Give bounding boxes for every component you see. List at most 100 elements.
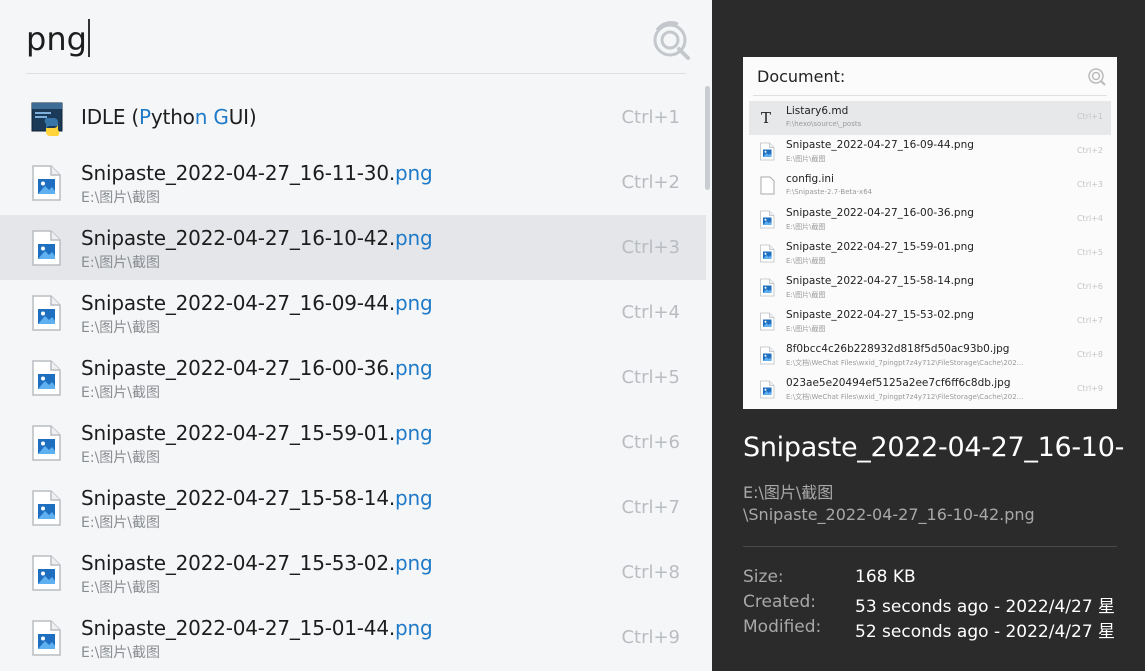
match-highlight: png [395,291,433,315]
thumbnail-item-title: Snipaste_2022-04-27_16-09-44.png [786,139,974,151]
preview-metadata: Size: 168 KB Created: 53 seconds ago - 2022… [743,567,1145,642]
thumbnail-item-title: 8f0bcc4c26b228932d818f5d50ac93b0.jpg [786,343,1010,355]
result-shortcut: Ctrl+3 [621,237,680,258]
match-highlight: png [395,421,433,445]
thumbnail-item-path: F:\hexo\source\_posts [786,120,862,128]
result-title: Snipaste_2022-04-27_15-01-44.png [81,616,433,640]
result-item[interactable]: Snipaste_2022-04-27_16-11-30.png E:\图片\截图… [0,150,706,215]
metadata-row: Modified: 52 seconds ago - 2022/4/27 星 [743,617,1145,642]
thumbnail-item-title: config.ini [786,173,834,185]
result-item[interactable]: Snipaste_2022-04-27_15-53-02.png E:\图片\截图… [0,540,706,605]
image-file-icon [759,142,775,161]
thumbnail-item-title: Snipaste_2022-04-27_16-00-36.png [786,207,974,219]
results-list: IDLE (Python GUI) Ctrl+1 Snipaste_2022-04… [0,85,706,670]
search-divider [26,73,686,74]
result-title: Snipaste_2022-04-27_16-10-42.png [81,226,433,250]
image-file-icon [759,346,775,365]
result-title: Snipaste_2022-04-27_15-58-14.png [81,486,433,510]
preview-panel: Document: T Listary6.md F:\hexo\source\_p… [712,0,1145,671]
match-highlight: png [395,161,433,185]
thumbnail-item-path: E:\图片\截图 [786,291,826,299]
image-file-icon [759,210,775,229]
result-path: E:\图片\截图 [81,645,160,661]
result-title: IDLE (Python GUI) [81,105,257,129]
thumbnail-item-title: 023ae5e20494ef5125a2ee7cf6ff6c8db.jpg [786,377,1011,389]
text-file-icon: T [759,108,775,127]
result-item[interactable]: Snipaste_2022-04-27_15-01-44.png E:\图片\截图… [0,605,706,670]
result-item[interactable]: Snipaste_2022-04-27_16-09-44.png E:\图片\截图… [0,280,706,345]
listary-logo-icon[interactable] [648,18,692,62]
image-file-icon [30,165,64,201]
result-shortcut: Ctrl+1 [621,107,680,128]
thumbnail-item-shortcut: Ctrl+8 [1076,350,1103,359]
python-idle-icon [30,100,64,136]
thumbnail-item-shortcut: Ctrl+7 [1076,316,1103,325]
results-scrollbar[interactable] [705,86,710,190]
result-title: Snipaste_2022-04-27_16-09-44.png [81,291,433,315]
result-item[interactable]: Snipaste_2022-04-27_16-10-42.png E:\图片\截图… [0,215,706,280]
title-text: Snipaste_2022-04-27_16-09-44. [81,291,396,315]
result-path: E:\图片\截图 [81,255,160,271]
results-panel: png IDLE (Python GUI) Ctrl+1 Snipaste_202… [0,0,712,671]
search-input[interactable]: png [26,16,626,62]
preview-divider [743,546,1117,547]
metadata-value: 168 KB [855,567,916,587]
thumbnail-item-title: Snipaste_2022-04-27_15-59-01.png [786,241,974,253]
result-title: Snipaste_2022-04-27_16-11-30.png [81,161,433,185]
image-file-icon [30,555,64,591]
result-path: E:\图片\截图 [81,450,160,466]
thumbnail-logo-icon [1088,68,1106,86]
preview-thumbnail: Document: T Listary6.md F:\hexo\source\_p… [743,57,1117,409]
thumbnail-title: Document: [757,67,846,86]
thumbnail-list-item: Snipaste_2022-04-27_16-09-44.png E:\图片\截图… [749,135,1111,169]
thumbnail-list-item: Snipaste_2022-04-27_16-00-36.png E:\图片\截图… [749,203,1111,237]
thumbnail-list-item: Snipaste_2022-04-27_15-59-01.png E:\图片\截图… [749,237,1111,271]
result-item[interactable]: IDLE (Python GUI) Ctrl+1 [0,85,706,150]
thumbnail-item-title: Snipaste_2022-04-27_15-58-14.png [786,275,974,287]
image-file-icon [30,295,64,331]
title-text: ytho [150,105,195,129]
preview-file-path: E:\图片\截图 \Snipaste_2022-04-27_16-10-42.p… [743,482,1123,526]
title-text: Snipaste_2022-04-27_15-58-14. [81,486,396,510]
thumbnail-item-shortcut: Ctrl+9 [1076,384,1103,393]
match-highlight: G [213,105,229,129]
result-item[interactable]: Snipaste_2022-04-27_16-00-36.png E:\图片\截图… [0,345,706,410]
result-shortcut: Ctrl+6 [621,432,680,453]
title-text: Snipaste_2022-04-27_16-10-42. [81,226,396,250]
result-item[interactable]: Snipaste_2022-04-27_15-58-14.png E:\图片\截图… [0,475,706,540]
match-highlight: png [395,356,433,380]
thumbnail-divider [753,95,1107,96]
result-path: E:\图片\截图 [81,580,160,596]
thumbnail-list-item: 023ae5e20494ef5125a2ee7cf6ff6c8db.jpg E:\… [749,373,1111,407]
svg-text:T: T [761,109,771,127]
match-highlight: png [395,226,433,250]
search-input-value: png [26,20,87,58]
result-item[interactable]: Snipaste_2022-04-27_15-59-01.png E:\图片\截图… [0,410,706,475]
blank-file-icon [759,176,775,195]
metadata-row: Size: 168 KB [743,567,1145,592]
thumbnail-item-shortcut: Ctrl+2 [1076,146,1103,155]
result-path: E:\图片\截图 [81,385,160,401]
metadata-value: 53 seconds ago - 2022/4/27 星 [855,597,1116,617]
preview-path-line2: \Snipaste_2022-04-27_16-10-42.png [743,505,1035,524]
text-caret [87,19,90,57]
metadata-row: Created: 53 seconds ago - 2022/4/27 星 [743,592,1145,617]
result-shortcut: Ctrl+7 [621,497,680,518]
image-file-icon [30,620,64,656]
title-text: Snipaste_2022-04-27_16-11-30. [81,161,396,185]
result-shortcut: Ctrl+8 [621,562,680,583]
image-file-icon [30,490,64,526]
image-file-icon [759,380,775,399]
thumbnail-item-path: E:\图片\截图 [786,223,826,231]
thumbnail-list-item: 8f0bcc4c26b228932d818f5d50ac93b0.jpg E:\文… [749,339,1111,373]
thumbnail-item-path: E:\文档\WeChat Files\wxid_7pingpt7z4y712\F… [786,359,1024,367]
thumbnail-item-shortcut: Ctrl+6 [1076,282,1103,291]
result-shortcut: Ctrl+9 [621,627,680,648]
result-path: E:\图片\截图 [81,320,160,336]
thumbnail-item-path: E:\图片\截图 [786,155,826,163]
match-highlight: png [395,551,433,575]
title-text: Snipaste_2022-04-27_15-53-02. [81,551,396,575]
match-highlight: n [194,105,208,129]
metadata-value: 52 seconds ago - 2022/4/27 星 [855,622,1116,642]
thumbnail-item-path: E:\图片\截图 [786,257,826,265]
